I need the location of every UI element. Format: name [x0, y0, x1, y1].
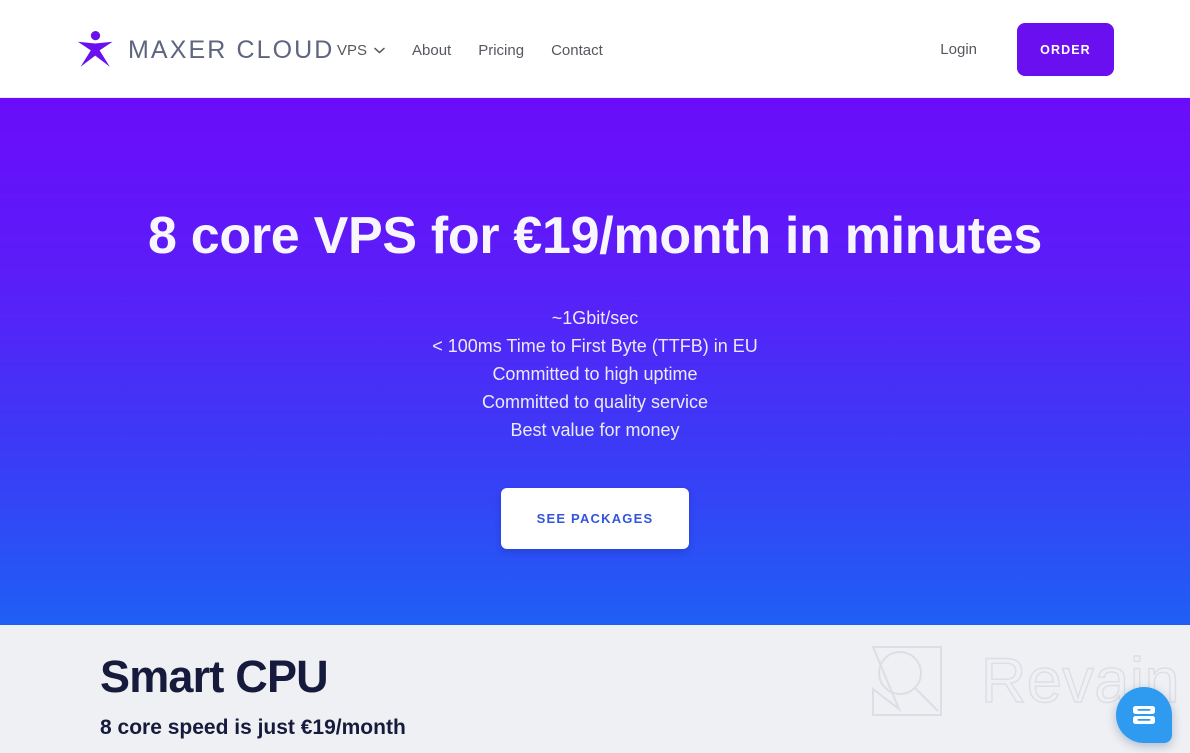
chevron-down-icon — [374, 47, 385, 54]
hero-feature-line: Committed to quality service — [481, 392, 709, 412]
chat-bubble-icon — [1130, 702, 1158, 728]
main-nav: VPS About Pricing Contact — [337, 39, 603, 61]
nav-item-label: VPS — [337, 41, 368, 59]
hero-feature-line: < 100ms Time to First Byte (TTFB) in EU — [432, 336, 758, 356]
maxer-star-person-icon — [76, 30, 114, 70]
brand-logo[interactable]: MAXER CLOUD — [76, 29, 334, 71]
nav-item-label: Pricing — [478, 41, 525, 59]
order-button[interactable]: ORDER — [1017, 23, 1114, 76]
nav-item-pricing[interactable]: Pricing — [478, 43, 524, 58]
revain-logo-icon — [869, 643, 945, 719]
login-link[interactable]: Login — [940, 41, 977, 58]
hero-feature-line: ~1Gbit/sec — [551, 308, 639, 328]
hero-feature-line: Best value for money — [510, 420, 680, 440]
nav-item-vps[interactable]: VPS — [337, 43, 385, 58]
hero-feature-line: Committed to high uptime — [492, 364, 698, 384]
brand-name: MAXER CLOUD — [128, 35, 335, 64]
nav-item-label: Contact — [551, 41, 603, 59]
feature-subtitle: 8 core speed is just €19/month — [100, 716, 406, 739]
hero-section: 8 core VPS for €19/month in minutes ~1Gb… — [0, 98, 1190, 625]
feature-title: Smart CPU — [100, 651, 329, 702]
header-actions: Login ORDER — [940, 23, 1114, 76]
nav-item-about[interactable]: About — [412, 43, 451, 58]
page-root: MAXER CLOUD VPS About Pricing Contact Lo… — [0, 0, 1190, 753]
nav-item-contact[interactable]: Contact — [551, 43, 603, 58]
feature-section: Smart CPU 8 core speed is just €19/month… — [0, 625, 1190, 753]
nav-item-label: About — [412, 41, 452, 59]
chat-widget-button[interactable] — [1116, 687, 1172, 743]
see-packages-button[interactable]: SEE PACKAGES — [501, 488, 689, 549]
hero-feature-list: ~1Gbit/sec < 100ms Time to First Byte (T… — [432, 304, 758, 444]
site-header: MAXER CLOUD VPS About Pricing Contact Lo… — [0, 0, 1190, 98]
hero-title: 8 core VPS for €19/month in minutes — [148, 207, 1042, 265]
